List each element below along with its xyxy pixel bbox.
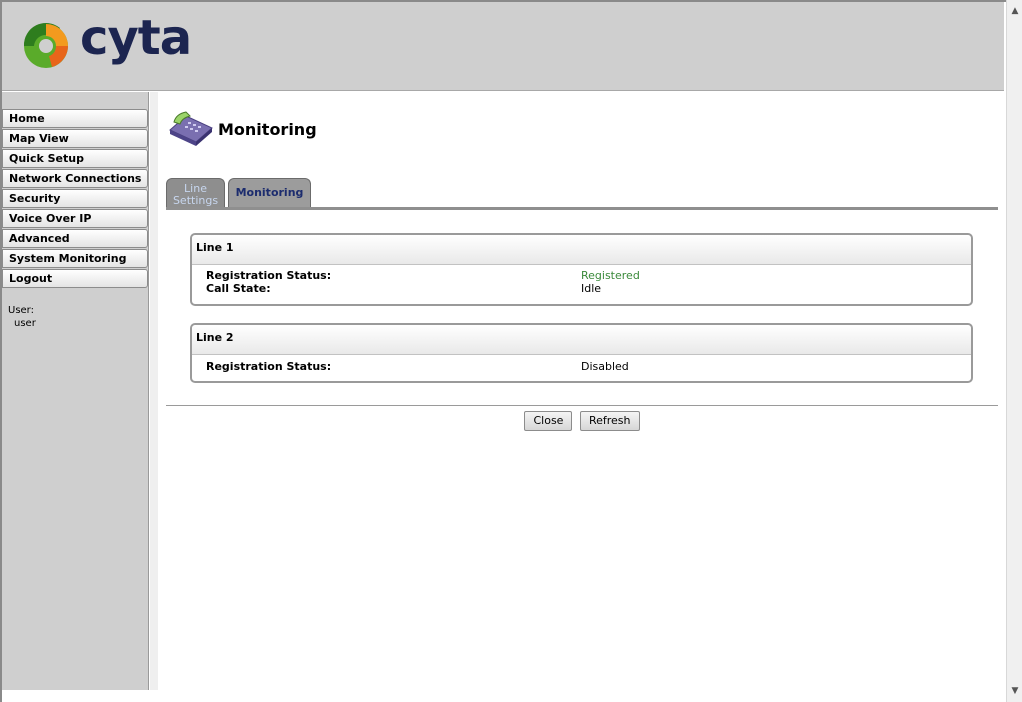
sidebar-item-voice-over-ip[interactable]: Voice Over IP	[2, 209, 148, 228]
sidebar-item-quick-setup[interactable]: Quick Setup	[2, 149, 148, 168]
line1-panel: Line 1 Registration Status: Registered C…	[190, 233, 973, 306]
sidebar-item-advanced[interactable]: Advanced	[2, 229, 148, 248]
button-row: Close Refresh	[166, 411, 998, 431]
line2-title: Line 2	[192, 325, 971, 355]
arrow-down-icon[interactable]: ▼	[1008, 684, 1022, 698]
line1-call-state-label: Call State:	[206, 282, 271, 295]
sidebar-item-home[interactable]: Home	[2, 109, 148, 128]
line2-registration-value: Disabled	[581, 360, 629, 373]
sidebar-item-network-connections[interactable]: Network Connections	[2, 169, 148, 188]
line1-registration-row: Registration Status: Registered	[206, 269, 971, 282]
line2-panel: Line 2 Registration Status: Disabled	[190, 323, 973, 383]
content-divider	[150, 92, 158, 690]
line2-body: Registration Status: Disabled	[192, 355, 971, 373]
tab-line-settings-label-2: Settings	[172, 194, 219, 207]
phone-icon	[169, 111, 213, 146]
brand-name: cyta	[80, 10, 192, 66]
tab-bar: Line Settings Monitoring	[166, 178, 998, 210]
sidebar-item-logout[interactable]: Logout	[2, 269, 148, 288]
refresh-button[interactable]: Refresh	[579, 411, 640, 431]
line1-registration-value: Registered	[581, 269, 640, 282]
cyta-swirl-logo-icon	[23, 22, 68, 68]
line2-registration-row: Registration Status: Disabled	[206, 360, 971, 373]
line1-call-state-value: Idle	[581, 282, 602, 295]
user-info: User: user	[8, 304, 36, 330]
tab-monitoring[interactable]: Monitoring	[228, 178, 311, 207]
main-content: Monitoring Line Settings Monitoring PcWi…	[166, 92, 998, 690]
cyta-logo[interactable]: cyta	[16, 10, 192, 80]
user-name: user	[14, 318, 36, 329]
line2-registration-label: Registration Status:	[206, 360, 332, 373]
line1-title: Line 1	[192, 235, 971, 265]
sidebar-item-system-monitoring[interactable]: System Monitoring	[2, 249, 148, 268]
page-title: Monitoring	[218, 120, 317, 139]
line1-call-state-row: Call State: Idle	[206, 282, 971, 295]
divider	[166, 405, 998, 406]
tab-line-settings[interactable]: Line Settings	[166, 178, 225, 207]
line1-registration-label: Registration Status:	[206, 269, 332, 282]
sidebar-nav: Home Map View Quick Setup Network Connec…	[2, 109, 148, 289]
sidebar: Home Map View Quick Setup Network Connec…	[2, 92, 149, 690]
user-label: User:	[8, 305, 34, 316]
close-button[interactable]: Close	[524, 411, 573, 431]
line1-body: Registration Status: Registered Call Sta…	[192, 265, 971, 295]
header: cyta	[2, 2, 1004, 91]
sidebar-item-security[interactable]: Security	[2, 189, 148, 208]
arrow-up-icon[interactable]: ▲	[1008, 4, 1022, 18]
sidebar-item-map-view[interactable]: Map View	[2, 129, 148, 148]
vertical-scrollbar[interactable]: ▲ ▼	[1006, 0, 1022, 702]
